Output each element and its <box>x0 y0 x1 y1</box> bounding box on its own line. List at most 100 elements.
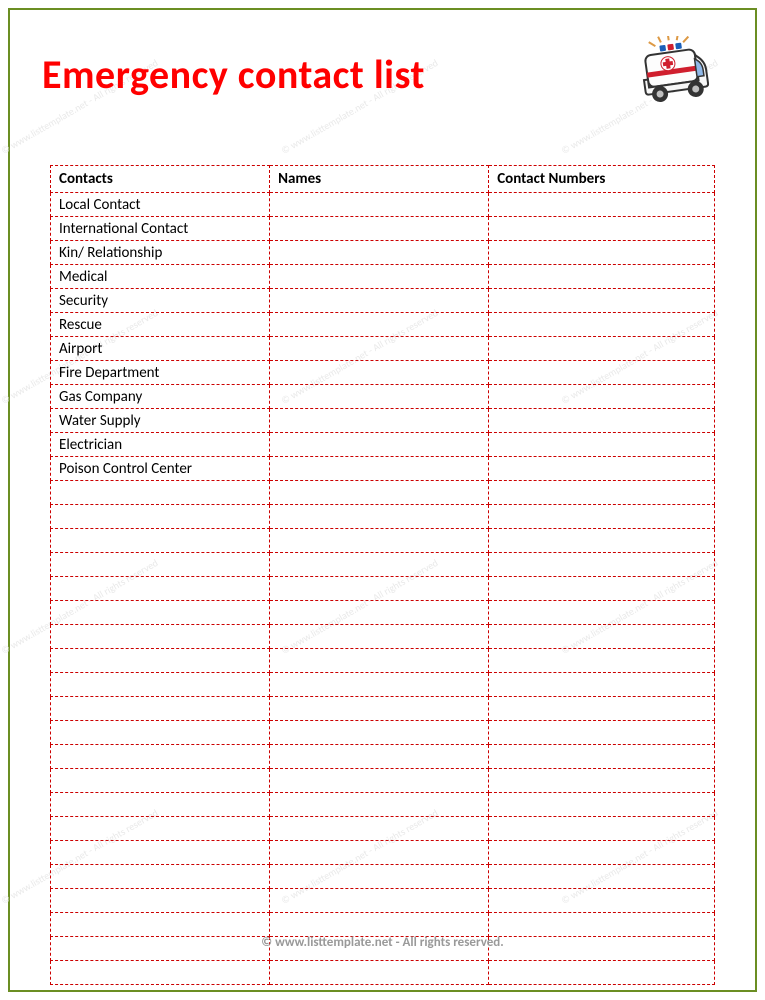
table-row: Airport <box>51 337 715 361</box>
empty-cell <box>489 481 715 505</box>
empty-cell <box>270 673 489 697</box>
number-cell <box>489 409 715 433</box>
number-cell <box>489 193 715 217</box>
empty-cell <box>51 481 270 505</box>
empty-cell <box>270 721 489 745</box>
empty-cell <box>489 697 715 721</box>
table-row <box>51 865 715 889</box>
empty-cell <box>489 577 715 601</box>
contact-table-container: Contacts Names Contact Numbers Local Con… <box>50 165 715 985</box>
empty-cell <box>51 577 270 601</box>
number-cell <box>489 457 715 481</box>
empty-cell <box>270 577 489 601</box>
empty-cell <box>270 961 489 985</box>
name-cell <box>270 457 489 481</box>
empty-cell <box>489 553 715 577</box>
empty-cell <box>489 649 715 673</box>
name-cell <box>270 337 489 361</box>
table-row: Electrician <box>51 433 715 457</box>
name-cell <box>270 385 489 409</box>
number-cell <box>489 265 715 289</box>
footer-copyright: © www.listtemplate.net - All rights rese… <box>10 935 755 950</box>
empty-cell <box>51 673 270 697</box>
empty-cell <box>51 961 270 985</box>
table-row <box>51 721 715 745</box>
ambulance-icon <box>633 36 713 106</box>
empty-cell <box>270 841 489 865</box>
empty-cell <box>51 817 270 841</box>
empty-cell <box>489 505 715 529</box>
contact-cell: International Contact <box>51 217 270 241</box>
empty-cell <box>270 865 489 889</box>
table-row <box>51 673 715 697</box>
name-cell <box>270 289 489 313</box>
empty-cell <box>489 889 715 913</box>
empty-cell <box>51 745 270 769</box>
empty-cell <box>489 529 715 553</box>
table-row <box>51 889 715 913</box>
empty-cell <box>489 865 715 889</box>
empty-cell <box>270 889 489 913</box>
number-cell <box>489 217 715 241</box>
empty-cell <box>270 529 489 553</box>
empty-cell <box>51 889 270 913</box>
contact-cell: Electrician <box>51 433 270 457</box>
empty-cell <box>51 913 270 937</box>
empty-cell <box>270 505 489 529</box>
number-cell <box>489 241 715 265</box>
name-cell <box>270 193 489 217</box>
table-row <box>51 745 715 769</box>
table-row <box>51 769 715 793</box>
table-row <box>51 961 715 985</box>
table-row <box>51 793 715 817</box>
empty-cell <box>51 601 270 625</box>
contact-cell: Security <box>51 289 270 313</box>
empty-cell <box>51 721 270 745</box>
empty-cell <box>489 673 715 697</box>
table-row: Local Contact <box>51 193 715 217</box>
empty-cell <box>489 721 715 745</box>
empty-cell <box>489 625 715 649</box>
empty-cell <box>51 529 270 553</box>
table-row: Water Supply <box>51 409 715 433</box>
empty-cell <box>270 697 489 721</box>
table-row <box>51 601 715 625</box>
number-cell <box>489 361 715 385</box>
table-row <box>51 625 715 649</box>
table-row: International Contact <box>51 217 715 241</box>
col-header-contacts: Contacts <box>51 166 270 193</box>
empty-cell <box>270 481 489 505</box>
table-row: Security <box>51 289 715 313</box>
contact-cell: Medical <box>51 265 270 289</box>
empty-cell <box>51 505 270 529</box>
table-row <box>51 697 715 721</box>
contact-cell: Kin/ Relationship <box>51 241 270 265</box>
empty-cell <box>489 769 715 793</box>
table-row <box>51 481 715 505</box>
table-header-row: Contacts Names Contact Numbers <box>51 166 715 193</box>
empty-cell <box>51 697 270 721</box>
table-row <box>51 913 715 937</box>
empty-cell <box>270 817 489 841</box>
table-row: Fire Department <box>51 361 715 385</box>
table-row <box>51 529 715 553</box>
empty-cell <box>270 913 489 937</box>
table-row <box>51 577 715 601</box>
name-cell <box>270 313 489 337</box>
contact-cell: Rescue <box>51 313 270 337</box>
contact-cell: Fire Department <box>51 361 270 385</box>
empty-cell <box>270 793 489 817</box>
table-row <box>51 553 715 577</box>
name-cell <box>270 433 489 457</box>
number-cell <box>489 433 715 457</box>
table-row: Rescue <box>51 313 715 337</box>
table-row <box>51 817 715 841</box>
empty-cell <box>270 625 489 649</box>
col-header-names: Names <box>270 166 489 193</box>
empty-cell <box>270 745 489 769</box>
page-frame: © www.listtemplate.net - All rights rese… <box>8 8 757 992</box>
empty-cell <box>270 601 489 625</box>
name-cell <box>270 361 489 385</box>
name-cell <box>270 217 489 241</box>
empty-cell <box>270 769 489 793</box>
